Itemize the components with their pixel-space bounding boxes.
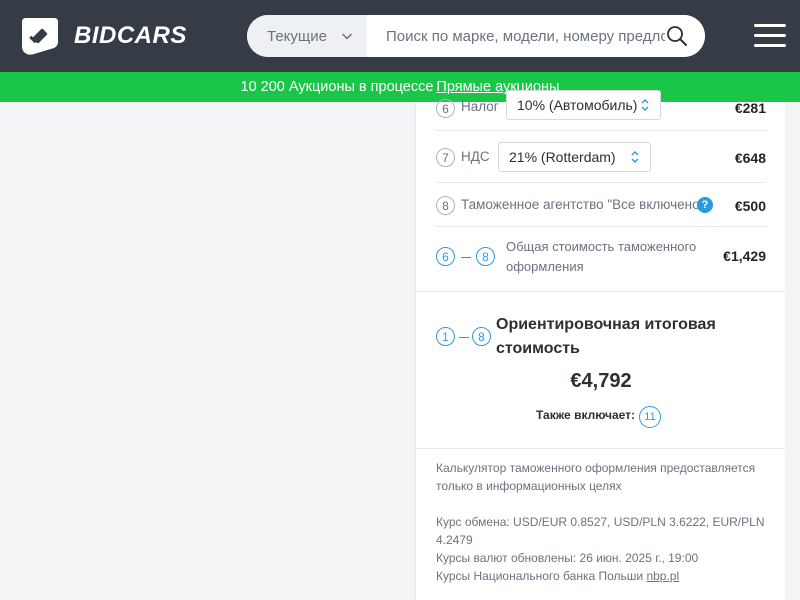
customs-calculator-panel: 6 Налог 10% (Автомобиль) €281 7 НДС 21% …: [415, 90, 786, 600]
brand-logo[interactable]: BIDCARS: [20, 16, 187, 56]
top-header: BIDCARS Текущие: [0, 0, 800, 72]
rates-source-note: Курсы Национального банка Польши nbp.pl: [436, 567, 766, 585]
updown-arrows-icon: [641, 99, 649, 111]
tax-label: Налог: [461, 99, 499, 114]
search-bar: Текущие: [247, 15, 705, 57]
tax-select-value: 10% (Автомобиль): [517, 97, 638, 113]
tax-amount: €281: [734, 100, 766, 116]
vat-label: НДС: [461, 149, 490, 164]
tax-select[interactable]: 10% (Автомобиль): [506, 90, 661, 120]
bidcars-logo-icon: [22, 18, 58, 55]
step-number: 6: [436, 99, 455, 118]
step-number: 8: [476, 247, 495, 266]
brand-name: BIDCARS: [74, 22, 187, 49]
step-number: 7: [436, 148, 455, 167]
disclaimer-note: Калькулятор таможенного оформления предо…: [436, 461, 756, 493]
includes-label: Также включает:: [536, 408, 636, 422]
customs-total-row: 6 8 Общая стоимость таможенного оформлен…: [436, 227, 766, 291]
estimated-total-amount: €4,792: [570, 370, 632, 392]
rates-updated-note: Курсы валют обновлены: 26 июн. 2025 г., …: [436, 551, 699, 565]
chevron-down-icon: [341, 33, 352, 40]
tax-row: 6 Налог 10% (Автомобиль) €281: [436, 90, 766, 131]
updown-arrows-icon: [631, 151, 639, 163]
left-content-area: [0, 102, 415, 600]
includes-step-number[interactable]: 11: [639, 406, 661, 428]
hamburger-menu-icon[interactable]: [754, 24, 786, 48]
step-number: 6: [436, 247, 455, 266]
vat-select-value: 21% (Rotterdam): [509, 149, 616, 165]
estimated-total-title: Ориентировочная итоговая стоимость: [496, 316, 716, 357]
rates-source-label: Курсы Национального банка Польши: [436, 569, 644, 583]
range-dash: [459, 337, 469, 338]
customs-agency-row: 8 Таможенное агентство "Все включено" ? …: [436, 183, 766, 227]
customs-agency-amount: €500: [734, 198, 766, 214]
nbp-link[interactable]: nbp.pl: [646, 569, 679, 583]
step-number: 8: [472, 327, 491, 346]
vat-row: 7 НДС 21% (Rotterdam) €648: [436, 131, 766, 183]
help-icon[interactable]: ?: [697, 197, 713, 213]
search-category-label: Текущие: [267, 27, 327, 45]
customs-agency-label: Таможенное агентство "Все включено": [461, 197, 705, 212]
step-number: 1: [436, 327, 455, 346]
auctions-count-text: 10 200 Аукционы в процессе: [240, 79, 434, 95]
search-icon[interactable]: [666, 25, 688, 47]
range-dash: [461, 257, 471, 258]
search-category-select[interactable]: Текущие: [247, 15, 367, 57]
vat-select[interactable]: 21% (Rotterdam): [498, 142, 651, 172]
vat-amount: €648: [734, 150, 766, 166]
search-input[interactable]: [367, 15, 705, 57]
step-number: 8: [436, 196, 455, 215]
exchange-rates-note: Курс обмена: USD/EUR 0.8527, USD/PLN 3.6…: [436, 515, 765, 547]
customs-total-label: Общая стоимость таможенного оформления: [506, 239, 697, 274]
customs-total-amount: €1,429: [723, 248, 766, 264]
